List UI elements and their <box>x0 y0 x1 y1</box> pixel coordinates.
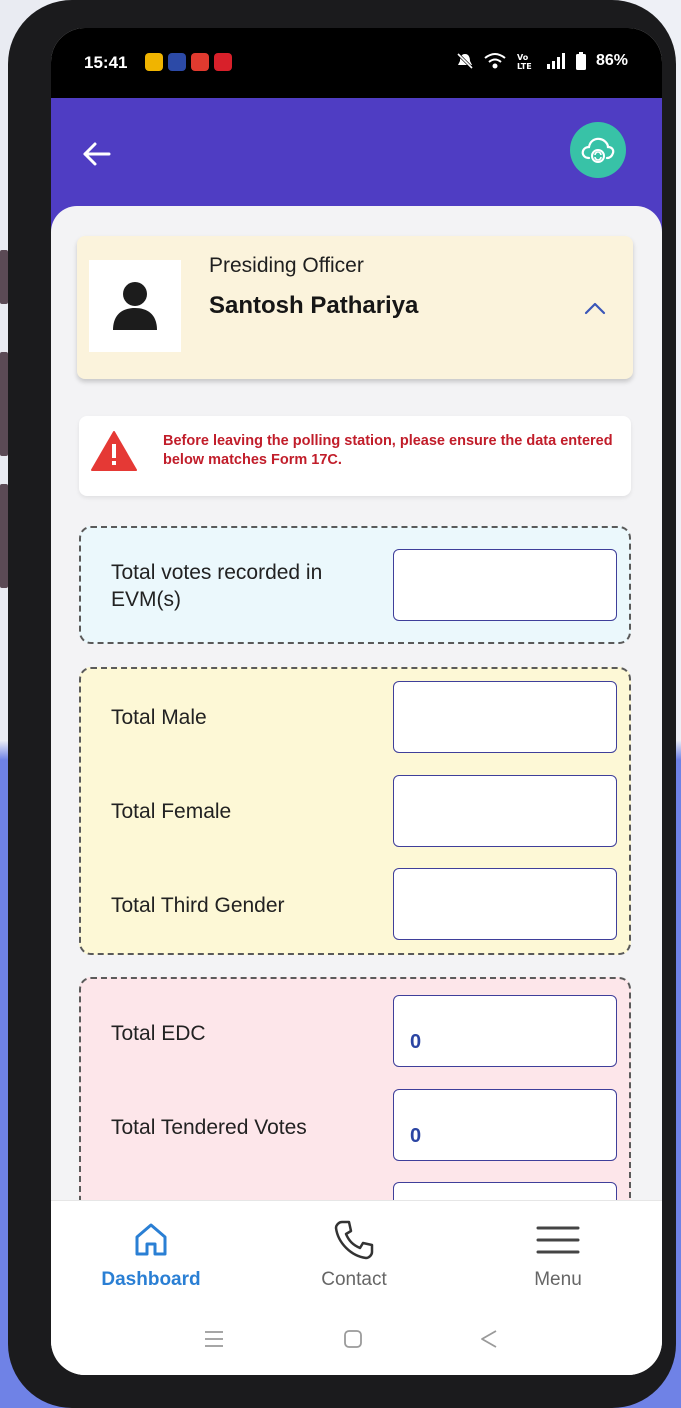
nav-dashboard[interactable]: Dashboard <box>81 1215 221 1291</box>
user-icon <box>113 282 157 330</box>
svg-text:Vo: Vo <box>517 53 529 62</box>
evm-votes-group: Total votes recorded in EVM(s) <box>79 526 631 644</box>
status-bar: 15:41 Vo LTE 86% <box>51 28 662 98</box>
cloud-sync-icon <box>581 137 615 163</box>
nav-dashboard-label: Dashboard <box>101 1269 201 1290</box>
status-time: 15:41 <box>84 53 128 72</box>
nav-contact[interactable]: Contact <box>284 1215 424 1291</box>
back-button-icon[interactable] <box>479 1329 499 1349</box>
form17c-warning: Before leaving the polling station, plea… <box>79 416 631 496</box>
wifi-icon <box>484 53 506 69</box>
total-female-label: Total Female <box>111 800 232 823</box>
bottom-nav: Dashboard Contact Menu <box>51 1200 662 1304</box>
chevron-up-icon[interactable] <box>583 300 607 316</box>
warning-icon <box>91 431 137 471</box>
avatar <box>89 260 181 352</box>
evm-votes-label: Total votes recorded in EVM(s) <box>111 561 323 611</box>
total-edc-label: Total EDC <box>111 1022 206 1045</box>
signal-icon <box>546 53 565 69</box>
side-key <box>0 250 8 304</box>
nav-menu-label: Menu <box>534 1269 582 1290</box>
total-female-input[interactable] <box>393 775 617 847</box>
battery-level: 86% <box>595 52 628 69</box>
total-tendered-input[interactable] <box>393 1089 617 1161</box>
volte-icon: VoLTE <box>517 53 532 70</box>
nav-contact-label: Contact <box>321 1269 387 1290</box>
status-right-icons: Vo LTE 86% <box>456 52 628 70</box>
cloud-sync-button[interactable] <box>570 122 626 178</box>
home-icon <box>135 1223 167 1256</box>
menu-icon <box>536 1226 580 1254</box>
side-key <box>0 484 8 588</box>
officer-card[interactable]: Presiding Officer Santosh Pathariya <box>77 236 633 379</box>
home-button-icon[interactable] <box>343 1329 363 1349</box>
recent-apps-icon[interactable] <box>203 1328 225 1350</box>
notification-app-icon <box>191 53 209 71</box>
notification-app-icon <box>145 53 163 71</box>
arrow-left-icon[interactable] <box>77 134 117 174</box>
officer-role: Presiding Officer <box>209 254 364 277</box>
side-key <box>0 352 8 456</box>
phone-frame: 15:41 Vo LTE 86% Presiding Officer Santo… <box>8 0 676 1408</box>
warning-text: Before leaving the polling station, plea… <box>163 433 613 468</box>
battery-icon <box>575 52 586 70</box>
total-male-input[interactable] <box>393 681 617 753</box>
svg-text:LTE: LTE <box>517 62 532 70</box>
notification-app-icon <box>168 53 186 71</box>
total-edc-input[interactable] <box>393 995 617 1067</box>
edc-tendered-group: Total EDC Total Tendered Votes <box>79 977 631 1254</box>
phone-screen: 15:41 Vo LTE 86% Presiding Officer Santo… <box>51 28 662 1375</box>
gender-totals-group: Total Male Total Female Total Third Gend… <box>79 667 631 955</box>
evm-votes-input[interactable] <box>393 549 617 621</box>
total-tendered-label: Total Tendered Votes <box>111 1116 307 1139</box>
total-third-gender-label: Total Third Gender <box>111 894 285 917</box>
form-content[interactable]: Presiding Officer Santosh Pathariya Befo… <box>51 206 662 1254</box>
nav-menu[interactable]: Menu <box>488 1215 628 1291</box>
phone-icon <box>334 1220 374 1260</box>
system-nav-bar <box>51 1304 662 1375</box>
total-third-gender-input[interactable] <box>393 868 617 940</box>
officer-name: Santosh Pathariya <box>209 292 419 319</box>
total-male-label: Total Male <box>111 706 207 729</box>
mute-icon <box>456 52 474 70</box>
youtube-icon <box>214 53 232 71</box>
